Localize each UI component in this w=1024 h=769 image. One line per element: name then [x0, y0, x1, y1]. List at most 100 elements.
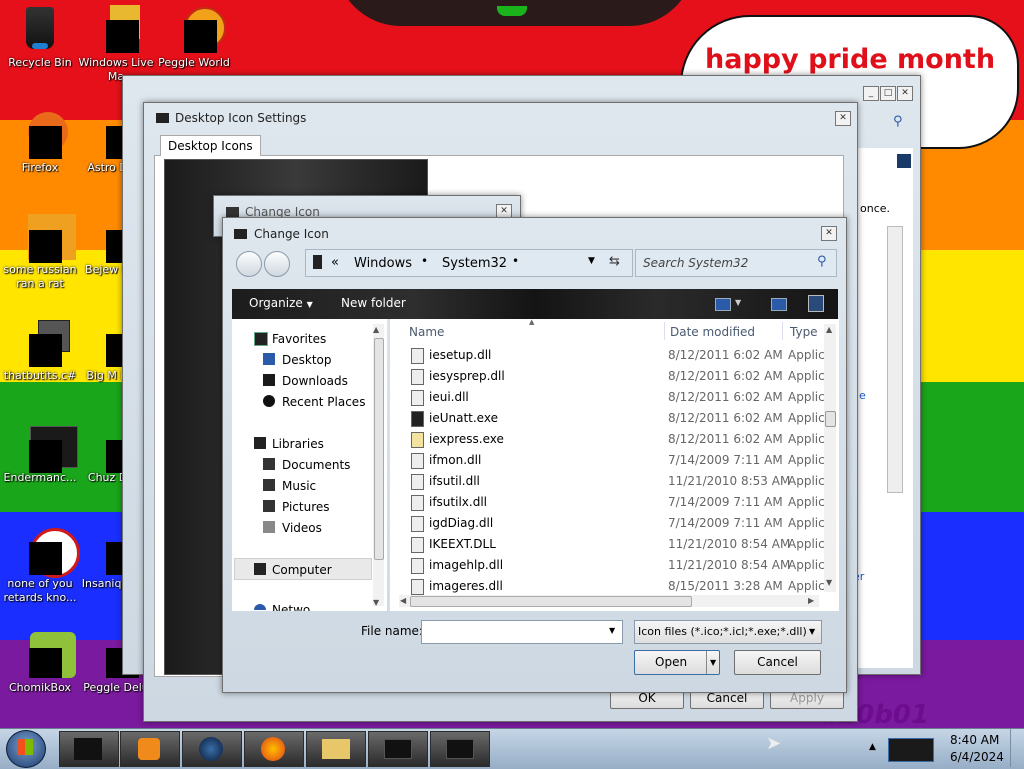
nav-computer[interactable]: Computer — [272, 563, 332, 577]
dll-file-icon — [411, 369, 424, 385]
forward-button[interactable] — [264, 251, 290, 277]
back-button[interactable] — [236, 251, 262, 277]
file-row[interactable]: iesetup.dll 8/12/2011 6:02 AM Applic — [405, 345, 825, 366]
nav-scroll-down[interactable]: ▼ — [373, 598, 379, 607]
nav-scroll-thumb[interactable] — [374, 338, 384, 560]
background-link-e[interactable]: e — [859, 389, 866, 402]
file-type: Applic — [788, 411, 825, 425]
nav-documents[interactable]: Documents — [282, 458, 350, 472]
show-desktop-button[interactable] — [1010, 729, 1024, 767]
file-list-scrollbar[interactable] — [824, 324, 836, 592]
show-hidden-icons[interactable]: ▲ — [869, 742, 876, 752]
desktop-icon-peggle-world[interactable]: Peggle World — [156, 5, 232, 70]
desktop-icon-none-of-you[interactable]: none of you retards kno... — [2, 526, 80, 605]
nav-desktop[interactable]: Desktop — [282, 353, 332, 367]
clock-time[interactable]: 8:40 AM — [950, 733, 999, 747]
file-row[interactable]: imageres.dll 8/15/2011 3:28 AM Applic — [405, 576, 825, 597]
chevron-down-icon[interactable]: ▼ — [609, 626, 615, 635]
desktop-icon-russian-rat[interactable]: some russian ran a rat — [2, 212, 78, 291]
dll-file-icon — [411, 348, 424, 364]
nav-scroll-up[interactable]: ▲ — [373, 325, 379, 334]
background-scrollbar[interactable] — [887, 226, 903, 493]
dll-file-icon — [411, 390, 424, 406]
nav-network[interactable]: Netwo — [272, 603, 310, 611]
scroll-thumb[interactable] — [825, 411, 836, 427]
taskbar-item-globe[interactable] — [182, 731, 242, 767]
file-name-input[interactable]: ▼ — [421, 620, 623, 644]
chevron-down-icon[interactable]: ▼ — [735, 298, 741, 307]
maximize-button[interactable]: □ — [880, 86, 896, 101]
taskbar-item-display[interactable] — [430, 731, 490, 767]
file-row[interactable]: ifsutilx.dll 7/14/2009 7:11 AM Applic — [405, 492, 825, 513]
search-input[interactable]: Search System32 — [643, 256, 748, 270]
tray-icon[interactable] — [888, 738, 934, 762]
file-row[interactable]: ifmon.dll 7/14/2009 7:11 AM Applic — [405, 450, 825, 471]
window-icon — [156, 113, 169, 123]
taskbar-item-firefox[interactable] — [244, 731, 304, 767]
chevron-right-icon[interactable]: • — [512, 254, 519, 268]
close-button[interactable]: ✕ — [897, 86, 913, 101]
scroll-down-icon[interactable]: ▼ — [826, 578, 832, 587]
desktop-icon-windows-live[interactable]: Windows Live Ma — [78, 5, 154, 84]
minimize-button[interactable]: _ — [863, 86, 879, 101]
help-icon[interactable] — [808, 295, 824, 312]
tab-desktop-icons[interactable]: Desktop Icons — [160, 135, 261, 156]
file-row[interactable]: IKEEXT.DLL 11/21/2010 8:54 AM Applic — [405, 534, 825, 555]
nav-recent-places[interactable]: Recent Places — [282, 395, 365, 409]
file-row[interactable]: iesysprep.dll 8/12/2011 6:02 AM Applic — [405, 366, 825, 387]
cancel-button[interactable]: Cancel — [734, 650, 821, 675]
chevron-down-icon[interactable]: ▼ — [706, 651, 716, 674]
file-row[interactable]: ieUnatt.exe 8/12/2011 6:02 AM Applic — [405, 408, 825, 429]
scroll-right-icon[interactable]: ▶ — [808, 596, 814, 605]
nav-downloads[interactable]: Downloads — [282, 374, 348, 388]
address-dropdown-icon[interactable]: ▼ — [588, 256, 595, 266]
desktop-icon-recycle-bin[interactable]: Recycle Bin — [2, 5, 78, 70]
file-row[interactable]: imagehlp.dll 11/21/2010 8:54 AM Applic — [405, 555, 825, 576]
refresh-icon[interactable]: ⇆ — [609, 254, 620, 269]
chevron-right-icon[interactable]: • — [421, 254, 428, 268]
nav-pictures[interactable]: Pictures — [282, 500, 330, 514]
taskbar-item-media-player[interactable] — [120, 731, 180, 767]
desktop-icon-endermanch[interactable]: Endermanc... — [2, 420, 78, 485]
nav-videos[interactable]: Videos — [282, 521, 322, 535]
russian-rat-icon — [16, 212, 76, 263]
organize-button[interactable]: Organize ▼ — [249, 296, 313, 310]
search-icon[interactable]: ⚲ — [817, 254, 827, 269]
view-options-icon[interactable] — [715, 298, 731, 311]
file-row[interactable]: iexpress.exe 8/12/2011 6:02 AM Applic — [405, 429, 825, 450]
new-folder-button[interactable]: New folder — [341, 296, 406, 310]
column-header-name[interactable]: Name — [409, 325, 444, 339]
dll-file-icon — [411, 516, 424, 532]
file-type-select[interactable]: Icon files (*.ico;*.icl;*.exe;*.dll) ▼ — [634, 620, 822, 644]
scroll-up-icon[interactable]: ▲ — [826, 325, 832, 334]
file-date: 7/14/2009 7:11 AM — [668, 495, 783, 509]
file-row[interactable]: igdDiag.dll 7/14/2009 7:11 AM Applic — [405, 513, 825, 534]
breadcrumb-system32[interactable]: System32 — [442, 256, 507, 271]
nav-favorites[interactable]: Favorites — [272, 332, 326, 346]
column-header-date[interactable]: Date modified — [670, 325, 755, 339]
desktop-icon-chomikbox[interactable]: ChomikBox — [2, 630, 78, 695]
taskbar-item-control-panel[interactable] — [368, 731, 428, 767]
nav-libraries[interactable]: Libraries — [272, 437, 324, 451]
change-icon-dialog[interactable]: Change Icon ✕ « Windows • System32 • ▼ ⇆… — [222, 217, 847, 693]
desktop-icon-label: some russian ran a rat — [3, 263, 77, 290]
search-icon[interactable]: ⚲ — [893, 114, 907, 129]
scroll-left-icon[interactable]: ◀ — [400, 596, 406, 605]
file-name: imagehlp.dll — [429, 558, 504, 572]
taskbar-item-folder[interactable] — [306, 731, 366, 767]
file-row[interactable]: ieui.dll 8/12/2011 6:02 AM Applic — [405, 387, 825, 408]
open-button[interactable]: Open ▼ — [634, 650, 720, 675]
dll-file-icon — [411, 453, 424, 469]
clock-date[interactable]: 6/4/2024 — [950, 750, 1004, 764]
hscroll-thumb[interactable] — [410, 596, 692, 607]
column-header-type[interactable]: Type — [790, 325, 818, 339]
preview-pane-icon[interactable] — [771, 298, 787, 311]
desktop-icon-firefox[interactable]: Firefox — [2, 110, 78, 175]
taskbar-item-explorer[interactable] — [59, 731, 119, 767]
desktop-icon-thatbutits[interactable]: thatbutits.c# — [2, 318, 78, 383]
nav-music[interactable]: Music — [282, 479, 316, 493]
close-button[interactable]: ✕ — [835, 111, 851, 126]
close-button[interactable]: ✕ — [821, 226, 837, 241]
file-row[interactable]: ifsutil.dll 11/21/2010 8:53 AM Applic — [405, 471, 825, 492]
breadcrumb-windows[interactable]: Windows — [354, 256, 412, 271]
